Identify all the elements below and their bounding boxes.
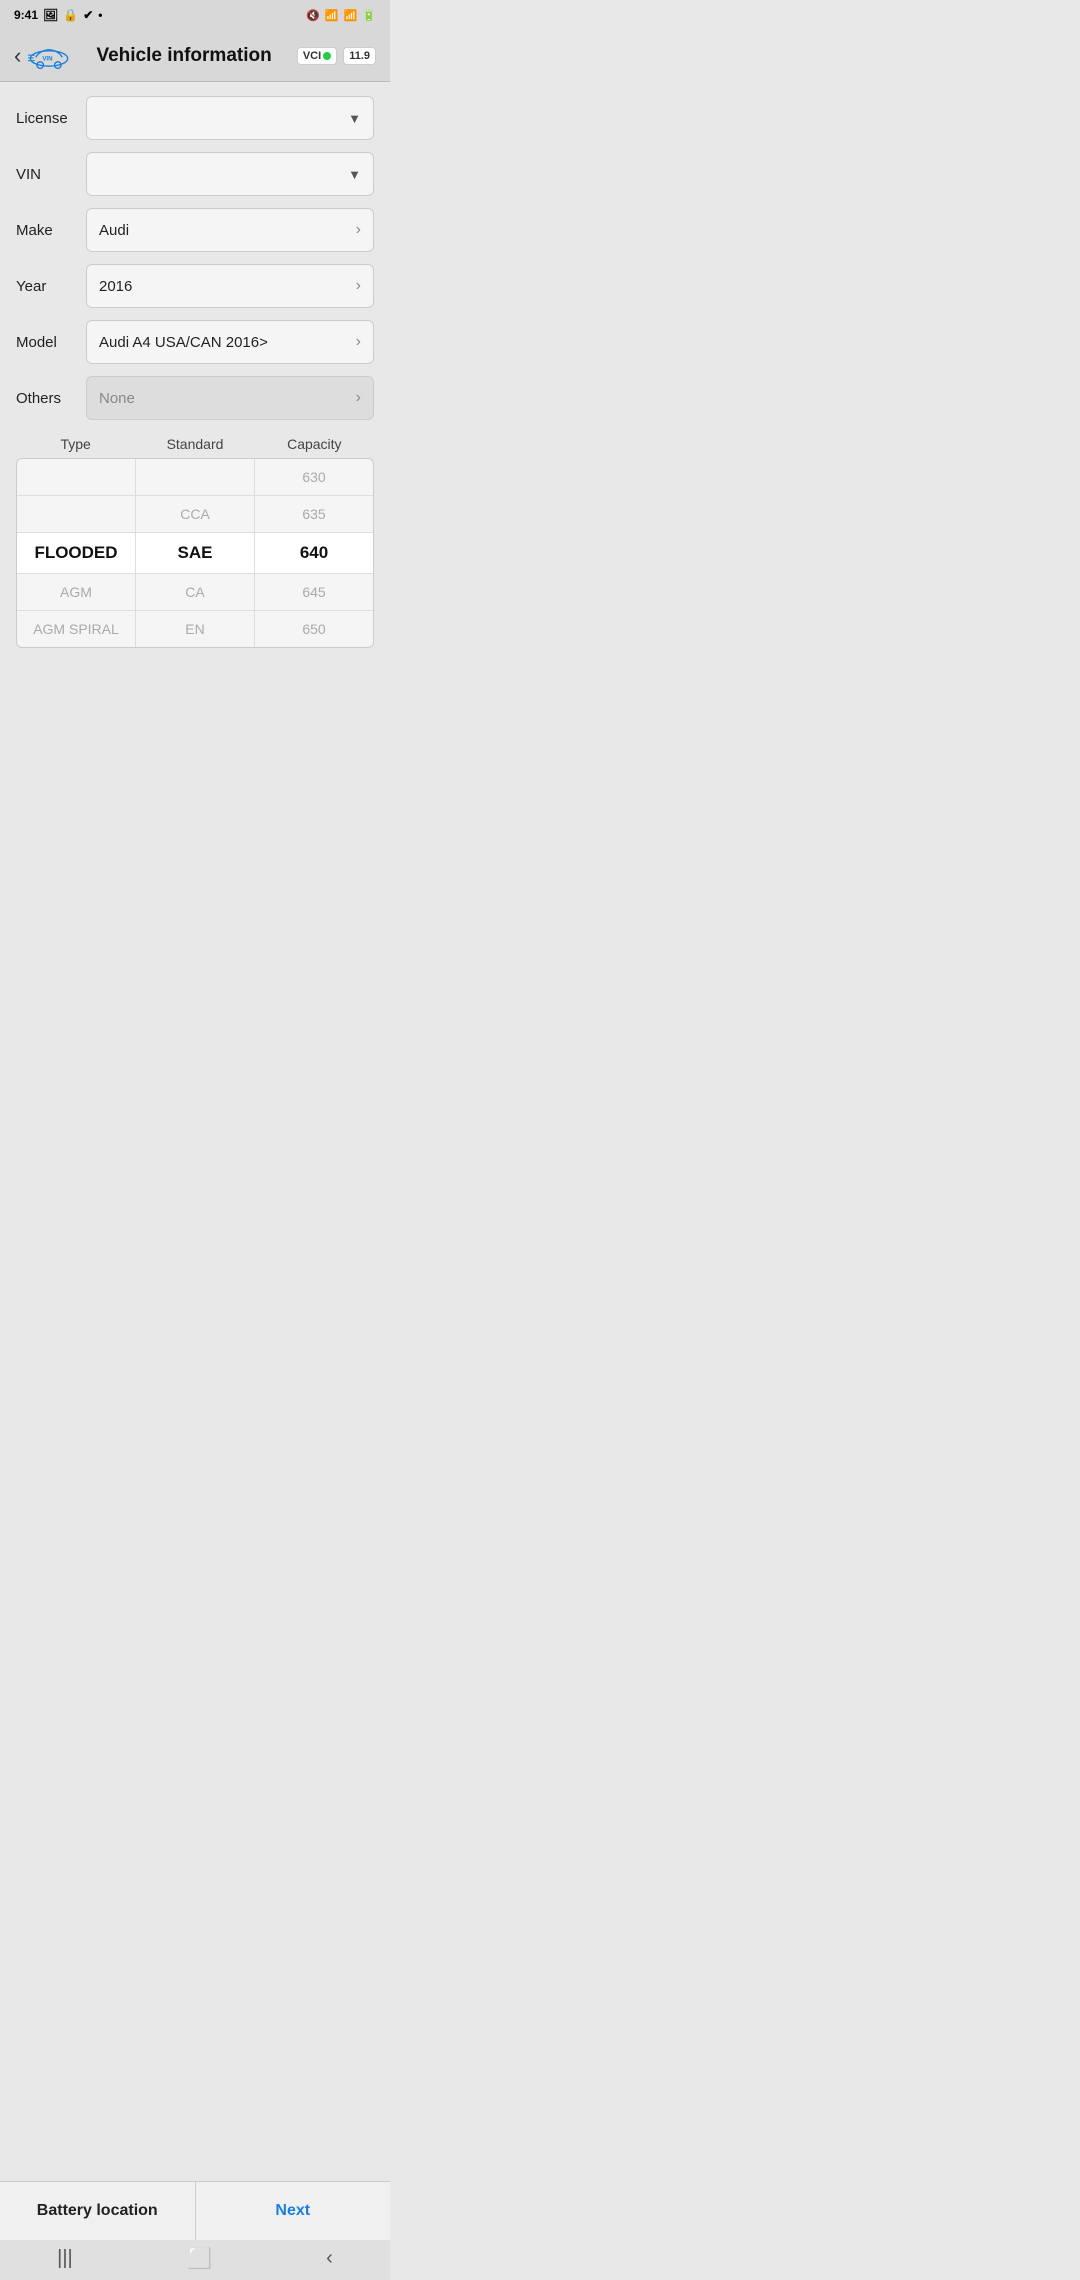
others-chevron-icon: › [356, 389, 361, 407]
wifi-icon: 📶 [325, 9, 339, 22]
photo-icon: 🖼 [43, 8, 58, 22]
others-label: Others [16, 390, 86, 407]
row3-type: AGM [17, 574, 136, 610]
row3-capacity: 645 [255, 574, 373, 610]
make-label: Make [16, 222, 86, 239]
year-chevron-icon: › [356, 277, 361, 295]
status-right: 🔇 📶 📶 🔋 [306, 9, 376, 22]
table-row-selected[interactable]: FLOODED SAE 640 [17, 533, 373, 574]
row1-standard: CCA [136, 496, 255, 532]
nav-bar: ||| ⬜ ‹ [0, 2240, 390, 2280]
year-value: 2016 [99, 278, 132, 295]
year-row: Year 2016 › [16, 264, 374, 308]
nav-home-icon[interactable]: ⬜ [187, 2246, 212, 2271]
make-row: Make Audi › [16, 208, 374, 252]
row0-capacity: 630 [255, 459, 373, 495]
make-chevron-icon: › [356, 221, 361, 239]
table-row[interactable]: AGM SPIRAL EN 650 [17, 611, 373, 647]
row2-standard: SAE [136, 533, 255, 573]
others-row: Others None › [16, 376, 374, 420]
vin-row: VIN ▼ [16, 152, 374, 196]
nav-menu-icon[interactable]: ||| [57, 2247, 73, 2270]
lock-icon: 🔒 [63, 8, 78, 22]
col-type-header: Type [16, 436, 135, 452]
year-selector[interactable]: 2016 › [86, 264, 374, 308]
dot-icon: • [98, 8, 102, 22]
table-header: Type Standard Capacity [16, 432, 374, 456]
others-value: None [99, 390, 135, 407]
header-right: VCI 11.9 [297, 47, 376, 65]
vci-badge: VCI [297, 47, 337, 65]
status-time: 9:41 [14, 8, 38, 22]
license-row: License ▼ [16, 96, 374, 140]
vci-connected-dot [323, 52, 331, 60]
status-left: 9:41 🖼 🔒 ✔ • [14, 8, 102, 22]
bottom-buttons: Battery location Next [0, 2181, 390, 2240]
vci-label: VCI [303, 50, 321, 62]
battery-voltage-value: 11.9 [349, 50, 370, 62]
row2-capacity: 640 [255, 533, 373, 573]
svg-text:VIN: VIN [43, 56, 53, 62]
license-dropdown-arrow: ▼ [348, 111, 361, 126]
table-row[interactable]: CCA 635 [17, 496, 373, 533]
make-value: Audi [99, 222, 129, 239]
make-selector[interactable]: Audi › [86, 208, 374, 252]
col-capacity-header: Capacity [255, 436, 374, 452]
table-row[interactable]: 630 [17, 459, 373, 496]
model-value: Audi A4 USA/CAN 2016> [99, 334, 268, 351]
back-button[interactable]: ‹ [14, 43, 21, 69]
year-label: Year [16, 278, 86, 295]
battery-location-button[interactable]: Battery location [0, 2182, 196, 2240]
signal-icon: 📶 [344, 9, 358, 22]
battery-voltage-badge: 11.9 [343, 47, 376, 65]
license-label: License [16, 110, 86, 127]
row1-capacity: 635 [255, 496, 373, 532]
status-bar: 9:41 🖼 🔒 ✔ • 🔇 📶 📶 🔋 [0, 0, 390, 30]
model-selector[interactable]: Audi A4 USA/CAN 2016> › [86, 320, 374, 364]
nav-back-icon[interactable]: ‹ [326, 2247, 333, 2270]
others-selector[interactable]: None › [86, 376, 374, 420]
model-label: Model [16, 334, 86, 351]
mute-icon: 🔇 [306, 9, 320, 22]
battery-table-section: Type Standard Capacity 630 CCA 635 FLOOD… [16, 432, 374, 648]
header-left: ‹ VIN [14, 39, 71, 73]
check-icon: ✔ [83, 8, 93, 22]
row0-standard [136, 459, 255, 495]
row4-capacity: 650 [255, 611, 373, 647]
page-title: Vehicle information [96, 45, 271, 67]
app-header: ‹ VIN Vehicle information VCI [0, 30, 390, 82]
license-dropdown[interactable]: ▼ [86, 96, 374, 140]
vin-dropdown-arrow: ▼ [348, 167, 361, 182]
row0-type [17, 459, 136, 495]
vin-label: VIN [16, 166, 86, 183]
row1-type [17, 496, 136, 532]
row4-type: AGM SPIRAL [17, 611, 136, 647]
model-row: Model Audi A4 USA/CAN 2016> › [16, 320, 374, 364]
model-chevron-icon: › [356, 333, 361, 351]
table-row[interactable]: AGM CA 645 [17, 574, 373, 611]
vin-dropdown[interactable]: ▼ [86, 152, 374, 196]
row4-standard: EN [136, 611, 255, 647]
battery-table: 630 CCA 635 FLOODED SAE 640 AGM CA 645 [16, 458, 374, 648]
row3-standard: CA [136, 574, 255, 610]
row2-type: FLOODED [17, 533, 136, 573]
next-button[interactable]: Next [196, 2182, 391, 2240]
main-content: License ▼ VIN ▼ Make Audi › Year 2016 › … [0, 82, 390, 662]
vin-logo: VIN [27, 39, 71, 73]
col-standard-header: Standard [135, 436, 254, 452]
battery-icon: 🔋 [362, 9, 376, 22]
